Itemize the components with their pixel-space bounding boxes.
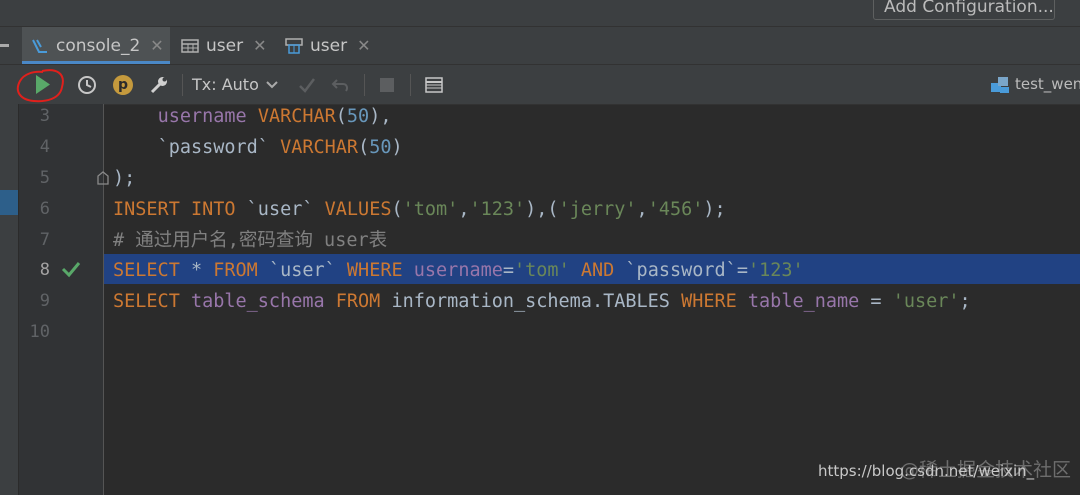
tab-label: user — [310, 35, 348, 56]
code-line[interactable]: SELECT table_schema FROM information_sch… — [113, 286, 971, 317]
line-number: 6 — [39, 199, 50, 219]
console-icon — [30, 37, 50, 55]
transaction-mode-select[interactable]: Tx: Auto — [192, 65, 284, 104]
line-number: 9 — [39, 291, 50, 311]
line-number: 10 — [29, 322, 50, 342]
add-configuration-button[interactable]: Add Configuration... — [873, 0, 1055, 20]
commit-button[interactable] — [294, 65, 320, 104]
code-line[interactable]: SELECT * FROM `user` WHERE username='tom… — [113, 255, 804, 286]
line-number: 4 — [39, 137, 50, 157]
table-schema-icon — [284, 37, 304, 55]
toolbar-separator — [410, 74, 411, 96]
watermark-url: https://blog.csdn.net/weixin_ — [818, 462, 1035, 480]
line-number: 5 — [39, 168, 50, 188]
stop-button[interactable] — [374, 65, 400, 104]
statement-success-icon — [61, 262, 81, 278]
rollback-button[interactable] — [328, 65, 354, 104]
close-icon[interactable]: ✕ — [357, 36, 370, 55]
datasource-icon — [991, 76, 1009, 93]
execute-button[interactable] — [16, 65, 68, 104]
code-line[interactable]: `password` VARCHAR(50) — [113, 132, 403, 163]
datasource-icon-wrap — [988, 65, 1012, 104]
tab-user-table[interactable]: user ✕ — [180, 27, 272, 64]
clock-icon — [78, 75, 96, 94]
datasource-label[interactable]: test_wens — [1015, 65, 1080, 104]
settings-button[interactable] — [146, 65, 172, 104]
play-icon — [16, 69, 64, 103]
code-line[interactable]: ); — [113, 163, 135, 194]
console-toolbar: p Tx: Auto test_wens — [0, 65, 1080, 105]
undo-icon — [331, 78, 348, 92]
left-strip-selection-marker — [0, 190, 18, 215]
check-icon — [299, 77, 315, 93]
wrench-icon — [150, 76, 167, 93]
table-icon — [180, 37, 200, 55]
output-layout-button[interactable] — [420, 65, 448, 104]
table-layout-icon — [425, 76, 443, 93]
code-line[interactable]: # 通过用户名,密码查询 user表 — [113, 225, 387, 256]
toolbar-separator — [364, 74, 365, 96]
line-number: 7 — [39, 230, 50, 250]
tab-label: user — [206, 35, 244, 56]
left-tool-strip — [0, 104, 19, 495]
code-line[interactable]: username VARCHAR(50), — [113, 101, 392, 132]
line-number: 8 — [39, 260, 50, 280]
tab-user-schema[interactable]: user ✕ — [284, 27, 374, 64]
chevron-down-icon — [266, 80, 278, 88]
toolbar-separator — [182, 74, 183, 96]
close-icon[interactable]: ✕ — [150, 36, 163, 55]
tab-bar-left-marker — [0, 44, 9, 47]
code-line[interactable]: INSERT INTO `user` VALUES('tom','123'),(… — [113, 194, 726, 225]
close-icon[interactable]: ✕ — [253, 36, 266, 55]
line-number: 3 — [39, 106, 50, 126]
top-bar: Add Configuration... — [0, 0, 1080, 27]
p-badge-icon: p — [113, 74, 133, 95]
editor-tab-bar: console_2 ✕ user ✕ user ✕ — [0, 27, 1080, 65]
tab-console-2[interactable]: console_2 ✕ — [22, 27, 170, 64]
fold-marker-icon — [97, 171, 109, 185]
stop-icon — [380, 77, 394, 92]
tab-label: console_2 — [56, 35, 141, 56]
profile-button[interactable]: p — [110, 65, 136, 104]
history-button[interactable] — [74, 65, 100, 104]
tx-mode-label: Tx: Auto — [192, 75, 259, 94]
